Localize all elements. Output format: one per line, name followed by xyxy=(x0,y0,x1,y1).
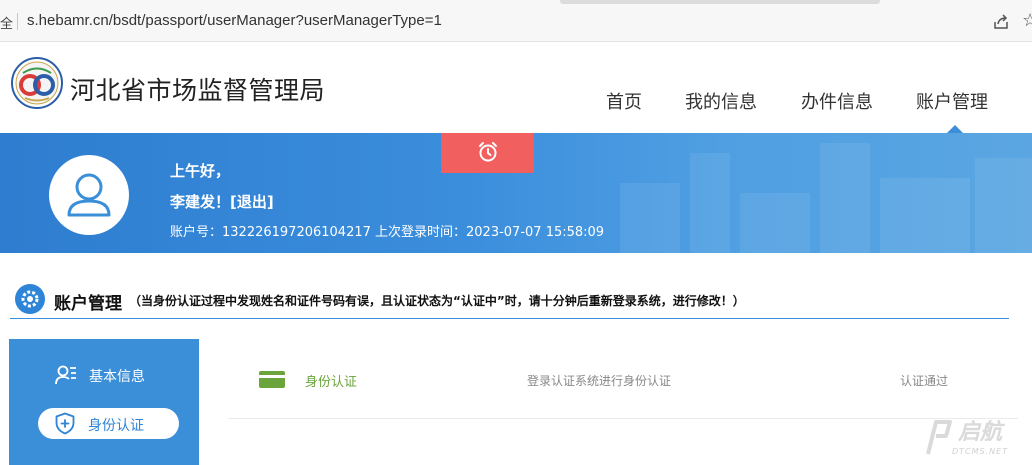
url-field[interactable]: s.hebamr.cn/bsdt/passport/userManager?us… xyxy=(27,12,442,29)
section-divider xyxy=(10,318,1009,319)
bookmark-star-icon[interactable]: ☆ xyxy=(1022,10,1032,31)
share-icon[interactable] xyxy=(992,13,1010,31)
watermark-text: 启航 xyxy=(958,420,1003,445)
account-sidebar: 基本信息 身份认证 xyxy=(9,339,199,465)
site-header: 河北省市场监督管理局 首页 我的信息 办件信息 账户管理 xyxy=(0,42,1032,133)
sidebar-item-basic-info[interactable]: 基本信息 xyxy=(89,366,145,386)
watermark-subtext: DTCMS.NET xyxy=(952,447,1009,456)
greeting-text: 上午好， xyxy=(170,162,231,180)
status-badge: 认证通过 xyxy=(900,374,949,388)
bureau-logo-icon[interactable] xyxy=(11,57,63,109)
row-divider xyxy=(228,418,1018,419)
account-info: 账户号：132226197206104217 上次登录时间：2023-07-07… xyxy=(170,225,605,240)
banner-skyline xyxy=(820,143,870,253)
browser-address-bar: 全 s.hebamr.cn/bsdt/passport/userManager?… xyxy=(0,0,1032,42)
sidebar-item-label: 身份认证 xyxy=(88,418,144,434)
user-banner: 上午好， 李建发！[退出] 账户号：132226197206104217 上次登… xyxy=(0,133,1032,253)
user-list-icon[interactable] xyxy=(54,363,78,387)
user-icon xyxy=(67,173,111,217)
row-label-identity-auth[interactable]: 身份认证 xyxy=(305,371,357,390)
site-title[interactable]: 河北省市场监督管理局 xyxy=(70,71,325,107)
shield-plus-icon xyxy=(55,412,75,435)
nav-case-info[interactable]: 办件信息 xyxy=(801,88,873,114)
nav-account-management[interactable]: 账户管理 xyxy=(916,88,988,114)
section-title: 账户管理 xyxy=(54,294,122,314)
page: 全 s.hebamr.cn/bsdt/passport/userManager?… xyxy=(0,0,1032,465)
security-indicator[interactable]: 全 xyxy=(0,13,13,32)
active-nav-indicator xyxy=(947,125,963,133)
settings-gear-icon xyxy=(15,284,45,314)
banner-skyline xyxy=(740,193,810,253)
banner-skyline xyxy=(620,183,680,253)
watermark: 启航 DTCMS.NET xyxy=(924,414,1024,460)
user-name-logout[interactable]: 李建发！[退出] xyxy=(170,191,274,212)
banner-skyline xyxy=(880,178,970,253)
nav-my-info[interactable]: 我的信息 xyxy=(685,88,757,114)
alarm-button[interactable] xyxy=(441,133,534,173)
banner-skyline xyxy=(975,158,1032,253)
row-description: 登录认证系统进行身份认证 xyxy=(527,374,672,388)
sidebar-item-identity-auth[interactable]: 身份认证 xyxy=(38,408,179,439)
section-note: （当身份认证过程中发现姓名和证件号码有误，且认证状态为“认证中”时，请十分钟后重… xyxy=(129,294,745,308)
avatar[interactable] xyxy=(49,155,129,235)
watermark-logo-icon xyxy=(926,420,952,455)
tab-strip-edge xyxy=(560,0,880,4)
alarm-clock-icon xyxy=(479,142,497,162)
card-icon xyxy=(259,371,285,388)
banner-skyline xyxy=(690,153,730,253)
address-divider xyxy=(17,13,18,30)
nav-home[interactable]: 首页 xyxy=(606,88,642,114)
